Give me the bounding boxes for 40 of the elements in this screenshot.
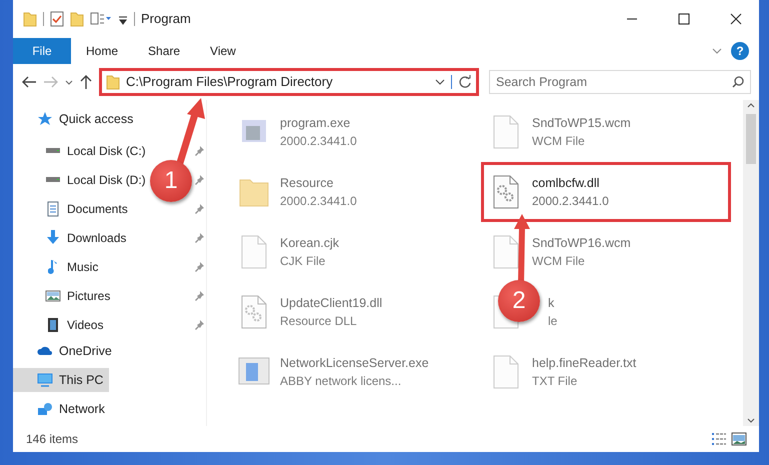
file-detail: 2000.2.3441.0 — [532, 193, 609, 210]
ribbon-tab[interactable]: Share — [133, 38, 196, 64]
file-name: Resource — [280, 174, 334, 192]
file-name: help.fineReader.txt — [532, 354, 636, 372]
file-name: k — [548, 294, 556, 312]
sidebar-item[interactable]: Quick access — [13, 107, 140, 131]
selected-file-item[interactable]: comlbcfw.dll 2000.2.3441.0 — [481, 162, 731, 222]
ribbon-tab[interactable]: View — [195, 38, 251, 64]
address-bar[interactable]: C:\Program Files\Program Directory — [99, 68, 479, 96]
sidebar-item[interactable]: This PC — [13, 368, 110, 392]
file-name: UpdateClient19.dll — [280, 294, 382, 312]
sidebar-item[interactable]: Music — [13, 254, 100, 278]
sidebar-item[interactable]: Local Disk (C:) — [13, 138, 148, 162]
file-detail: WCM File — [532, 133, 586, 150]
sidebar-item[interactable]: Network — [13, 397, 111, 421]
sidebar-item[interactable]: Pictures — [13, 284, 112, 308]
item-count: 146 items — [26, 431, 80, 448]
file-detail: le — [548, 313, 558, 330]
file-name: SndToWP15.wcm — [532, 114, 631, 132]
file-name: comlbcfw.dll — [532, 174, 600, 192]
sidebar-item[interactable]: Downloads — [13, 226, 128, 250]
sidebar-item[interactable]: OneDrive — [13, 339, 118, 363]
help-icon[interactable]: ? — [731, 42, 749, 60]
file-detail: Resource DLL — [280, 313, 358, 330]
sidebar-item[interactable]: Videos — [13, 312, 106, 336]
file-detail: WCM File — [532, 253, 586, 270]
ribbon-tab[interactable]: Home — [71, 38, 134, 64]
file-name: program.exe — [280, 114, 352, 132]
file-name: SndToWP16.wcm — [532, 234, 631, 252]
sidebar-item[interactable]: Local Disk (D:) — [13, 168, 148, 192]
file-menu-button[interactable]: File — [13, 38, 71, 64]
file-detail: 2000.2.3441.0 — [280, 193, 357, 210]
file-detail: ABBY network licens... — [280, 373, 402, 390]
file-name: NetworkLicenseServer.exe — [280, 354, 429, 372]
file-detail: 2000.2.3441.0 — [280, 133, 357, 150]
file-detail: TXT File — [532, 373, 578, 390]
sidebar-item[interactable]: Documents — [13, 196, 130, 220]
window-title: Program — [141, 10, 192, 28]
file-name: Korean.cjk — [280, 234, 340, 252]
file-detail: CJK File — [280, 253, 326, 270]
